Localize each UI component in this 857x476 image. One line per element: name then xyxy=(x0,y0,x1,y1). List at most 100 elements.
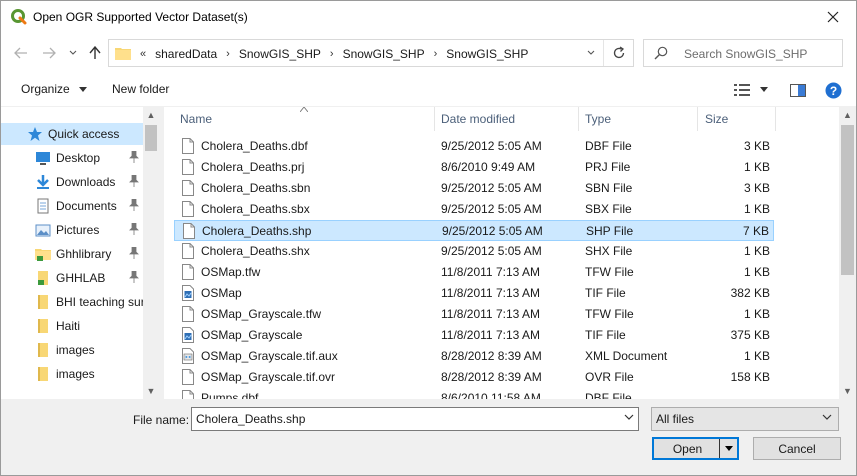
file-row[interactable]: OSMap_Grayscale 11/8/2011 7:13 AM TIF File… xyxy=(174,325,774,346)
sidebar-item-ghhlibrary[interactable]: Ghhlibrary xyxy=(1,243,143,265)
breadcrumb-separator-icon[interactable]: › xyxy=(325,48,339,60)
xml-file-icon xyxy=(182,348,194,364)
file-row[interactable]: Cholera_Deaths.prj 8/6/2010 9:49 AM PRJ Fi… xyxy=(174,157,774,178)
file-date-cell: 11/8/2011 7:13 AM xyxy=(441,265,540,279)
command-bar: Organize New folder ? xyxy=(1,73,856,107)
folder-icon xyxy=(115,48,131,60)
scrollbar-thumb[interactable] xyxy=(841,125,854,275)
breadcrumb-item[interactable]: SnowGIS_SHP xyxy=(339,47,429,61)
breadcrumb-item[interactable]: SnowGIS_SHP xyxy=(442,47,532,61)
breadcrumb-overflow[interactable]: « xyxy=(135,48,151,60)
sidebar-item-label: Haiti xyxy=(56,319,81,333)
chevron-down-icon[interactable] xyxy=(624,413,634,421)
sidebar-scrollbar[interactable]: ▲ ▼ xyxy=(143,107,159,399)
open-button[interactable]: Open xyxy=(652,437,739,460)
sidebar-item-ghhlab[interactable]: GHHLAB xyxy=(1,267,143,289)
image-file-icon xyxy=(182,327,194,343)
sidebar-item-label: Downloads xyxy=(56,175,116,189)
file-row[interactable]: Cholera_Deaths.shp 9/25/2012 5:05 AM SHP F… xyxy=(174,220,774,241)
column-divider[interactable] xyxy=(697,107,698,131)
svg-text:?: ? xyxy=(830,84,837,98)
file-row[interactable]: Pumps.dbf 8/6/2010 11:58 AM DBF File xyxy=(174,388,774,399)
column-divider[interactable] xyxy=(578,107,579,131)
file-size-cell: 1 KB xyxy=(743,307,770,321)
file-date-cell: 8/6/2010 11:58 AM xyxy=(441,391,541,399)
column-size[interactable]: Size xyxy=(705,112,728,126)
file-type-cell: XML Document xyxy=(585,349,668,363)
sidebar-item-images[interactable]: images xyxy=(1,339,143,361)
column-type[interactable]: Type xyxy=(585,112,611,126)
sidebar-item-pictures[interactable]: Pictures xyxy=(1,219,143,241)
breadcrumb-item[interactable]: SnowGIS_SHP xyxy=(235,47,325,61)
sidebar-item-quick-access[interactable]: Quick access xyxy=(1,123,143,145)
close-button[interactable] xyxy=(810,1,856,33)
sort-ascending-icon xyxy=(300,107,308,112)
help-button[interactable]: ? xyxy=(825,81,842,99)
cancel-button[interactable]: Cancel xyxy=(753,437,841,460)
scroll-down-icon[interactable]: ▼ xyxy=(839,383,856,399)
file-row[interactable]: OSMap_Grayscale.tif.ovr 8/28/2012 8:39 AM… xyxy=(174,367,774,388)
file-icon xyxy=(182,159,194,175)
forward-button[interactable] xyxy=(39,43,59,63)
column-divider[interactable] xyxy=(434,107,435,131)
sidebar-item-bhi-teaching[interactable]: BHI teaching sur xyxy=(1,291,143,313)
up-button[interactable] xyxy=(85,43,105,63)
folder-icon xyxy=(38,295,48,309)
sidebar-item-documents[interactable]: Documents xyxy=(1,195,143,217)
file-type-cell: SBN File xyxy=(585,181,633,195)
file-row[interactable]: Cholera_Deaths.shx 9/25/2012 5:05 AM SHX F… xyxy=(174,241,774,262)
file-name-value[interactable]: Cholera_Deaths.shp xyxy=(196,412,305,426)
file-row[interactable]: Cholera_Deaths.sbx 9/25/2012 5:05 AM SBX F… xyxy=(174,199,774,220)
open-options-button[interactable] xyxy=(719,439,737,458)
sidebar-item-desktop[interactable]: Desktop xyxy=(1,147,143,169)
refresh-icon xyxy=(613,46,624,59)
sidebar-item-downloads[interactable]: Downloads xyxy=(1,171,143,193)
folder-icon xyxy=(38,367,48,381)
file-name-input[interactable]: Cholera_Deaths.shp xyxy=(191,407,639,431)
search-box[interactable]: Search SnowGIS_SHP xyxy=(643,39,843,67)
sidebar-item-haiti[interactable]: Haiti xyxy=(1,315,143,337)
file-list-scrollbar[interactable]: ▲ ▼ xyxy=(839,107,856,399)
file-row[interactable]: OSMap_Grayscale.tfw 11/8/2011 7:13 AM TFW … xyxy=(174,304,774,325)
recent-locations-button[interactable] xyxy=(63,43,83,63)
download-icon xyxy=(37,175,49,189)
dropdown-arrow-icon xyxy=(79,87,88,92)
file-icon xyxy=(182,138,194,154)
file-size-cell: 3 KB xyxy=(743,181,770,195)
address-bar[interactable]: « sharedData › SnowGIS_SHP › SnowGIS_SHP… xyxy=(108,39,634,67)
column-divider[interactable] xyxy=(775,107,776,131)
refresh-button[interactable] xyxy=(603,40,633,66)
sidebar-item-images[interactable]: images xyxy=(1,363,143,385)
file-date-cell: 11/8/2011 7:13 AM xyxy=(441,286,540,300)
column-name[interactable]: Name xyxy=(180,112,212,126)
file-list: Name Date modified Type Size Cholera_Dea… xyxy=(164,107,856,399)
file-type-filter[interactable]: All files xyxy=(651,407,839,431)
column-date-modified[interactable]: Date modified xyxy=(441,112,515,126)
folder-icon xyxy=(38,343,48,357)
breadcrumb-separator-icon[interactable]: › xyxy=(221,48,235,60)
file-icon xyxy=(182,180,194,196)
file-row[interactable]: OSMap.tfw 11/8/2011 7:13 AM TFW File 1 KB xyxy=(174,262,774,283)
preview-pane-button[interactable] xyxy=(790,81,806,99)
breadcrumb-item[interactable]: sharedData xyxy=(151,47,221,61)
new-folder-button[interactable]: New folder xyxy=(112,82,169,96)
scroll-down-icon[interactable]: ▼ xyxy=(143,383,159,399)
file-row[interactable]: Cholera_Deaths.sbn 9/25/2012 5:05 AM SBN F… xyxy=(174,178,774,199)
window-title: Open OGR Supported Vector Dataset(s) xyxy=(33,10,248,24)
dialog-footer: File name: Cholera_Deaths.shp All files … xyxy=(1,399,856,475)
breadcrumb-separator-icon[interactable]: › xyxy=(429,48,443,60)
scroll-up-icon[interactable]: ▲ xyxy=(143,107,159,123)
file-name-cell: OSMap.tfw xyxy=(201,265,261,279)
file-icon xyxy=(182,201,194,217)
scrollbar-thumb[interactable] xyxy=(145,125,157,151)
file-row[interactable]: OSMap_Grayscale.tif.aux 8/28/2012 8:39 AM… xyxy=(174,346,774,367)
scroll-up-icon[interactable]: ▲ xyxy=(839,107,856,123)
pin-icon xyxy=(129,222,139,238)
address-history-button[interactable] xyxy=(579,40,601,66)
change-view-button[interactable] xyxy=(734,81,768,99)
organize-menu[interactable]: Organize xyxy=(21,82,88,96)
sidebar-item-label: Pictures xyxy=(56,223,100,237)
file-row[interactable]: OSMap 11/8/2011 7:13 AM TIF File 382 KB xyxy=(174,283,774,304)
file-row[interactable]: Cholera_Deaths.dbf 9/25/2012 5:05 AM DBF F… xyxy=(174,136,774,157)
back-button[interactable] xyxy=(11,43,31,63)
